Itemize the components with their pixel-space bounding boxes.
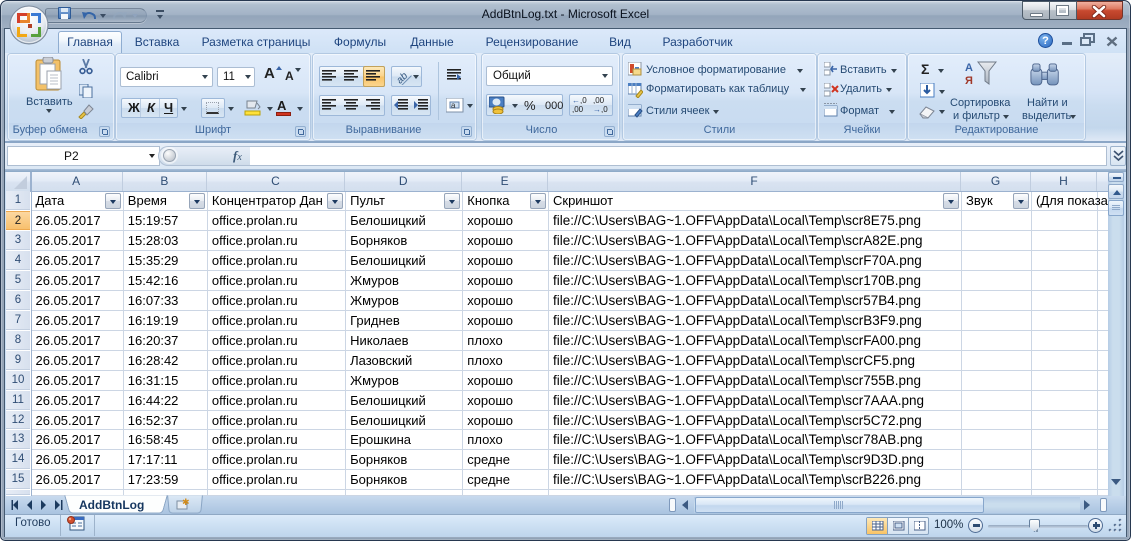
svg-text:a: a [451, 101, 456, 110]
svg-text:А: А [965, 62, 973, 74]
svg-text:ab: ab [395, 70, 411, 85]
svg-text:Я: Я [965, 75, 973, 87]
svg-text:✱: ✱ [182, 498, 190, 507]
